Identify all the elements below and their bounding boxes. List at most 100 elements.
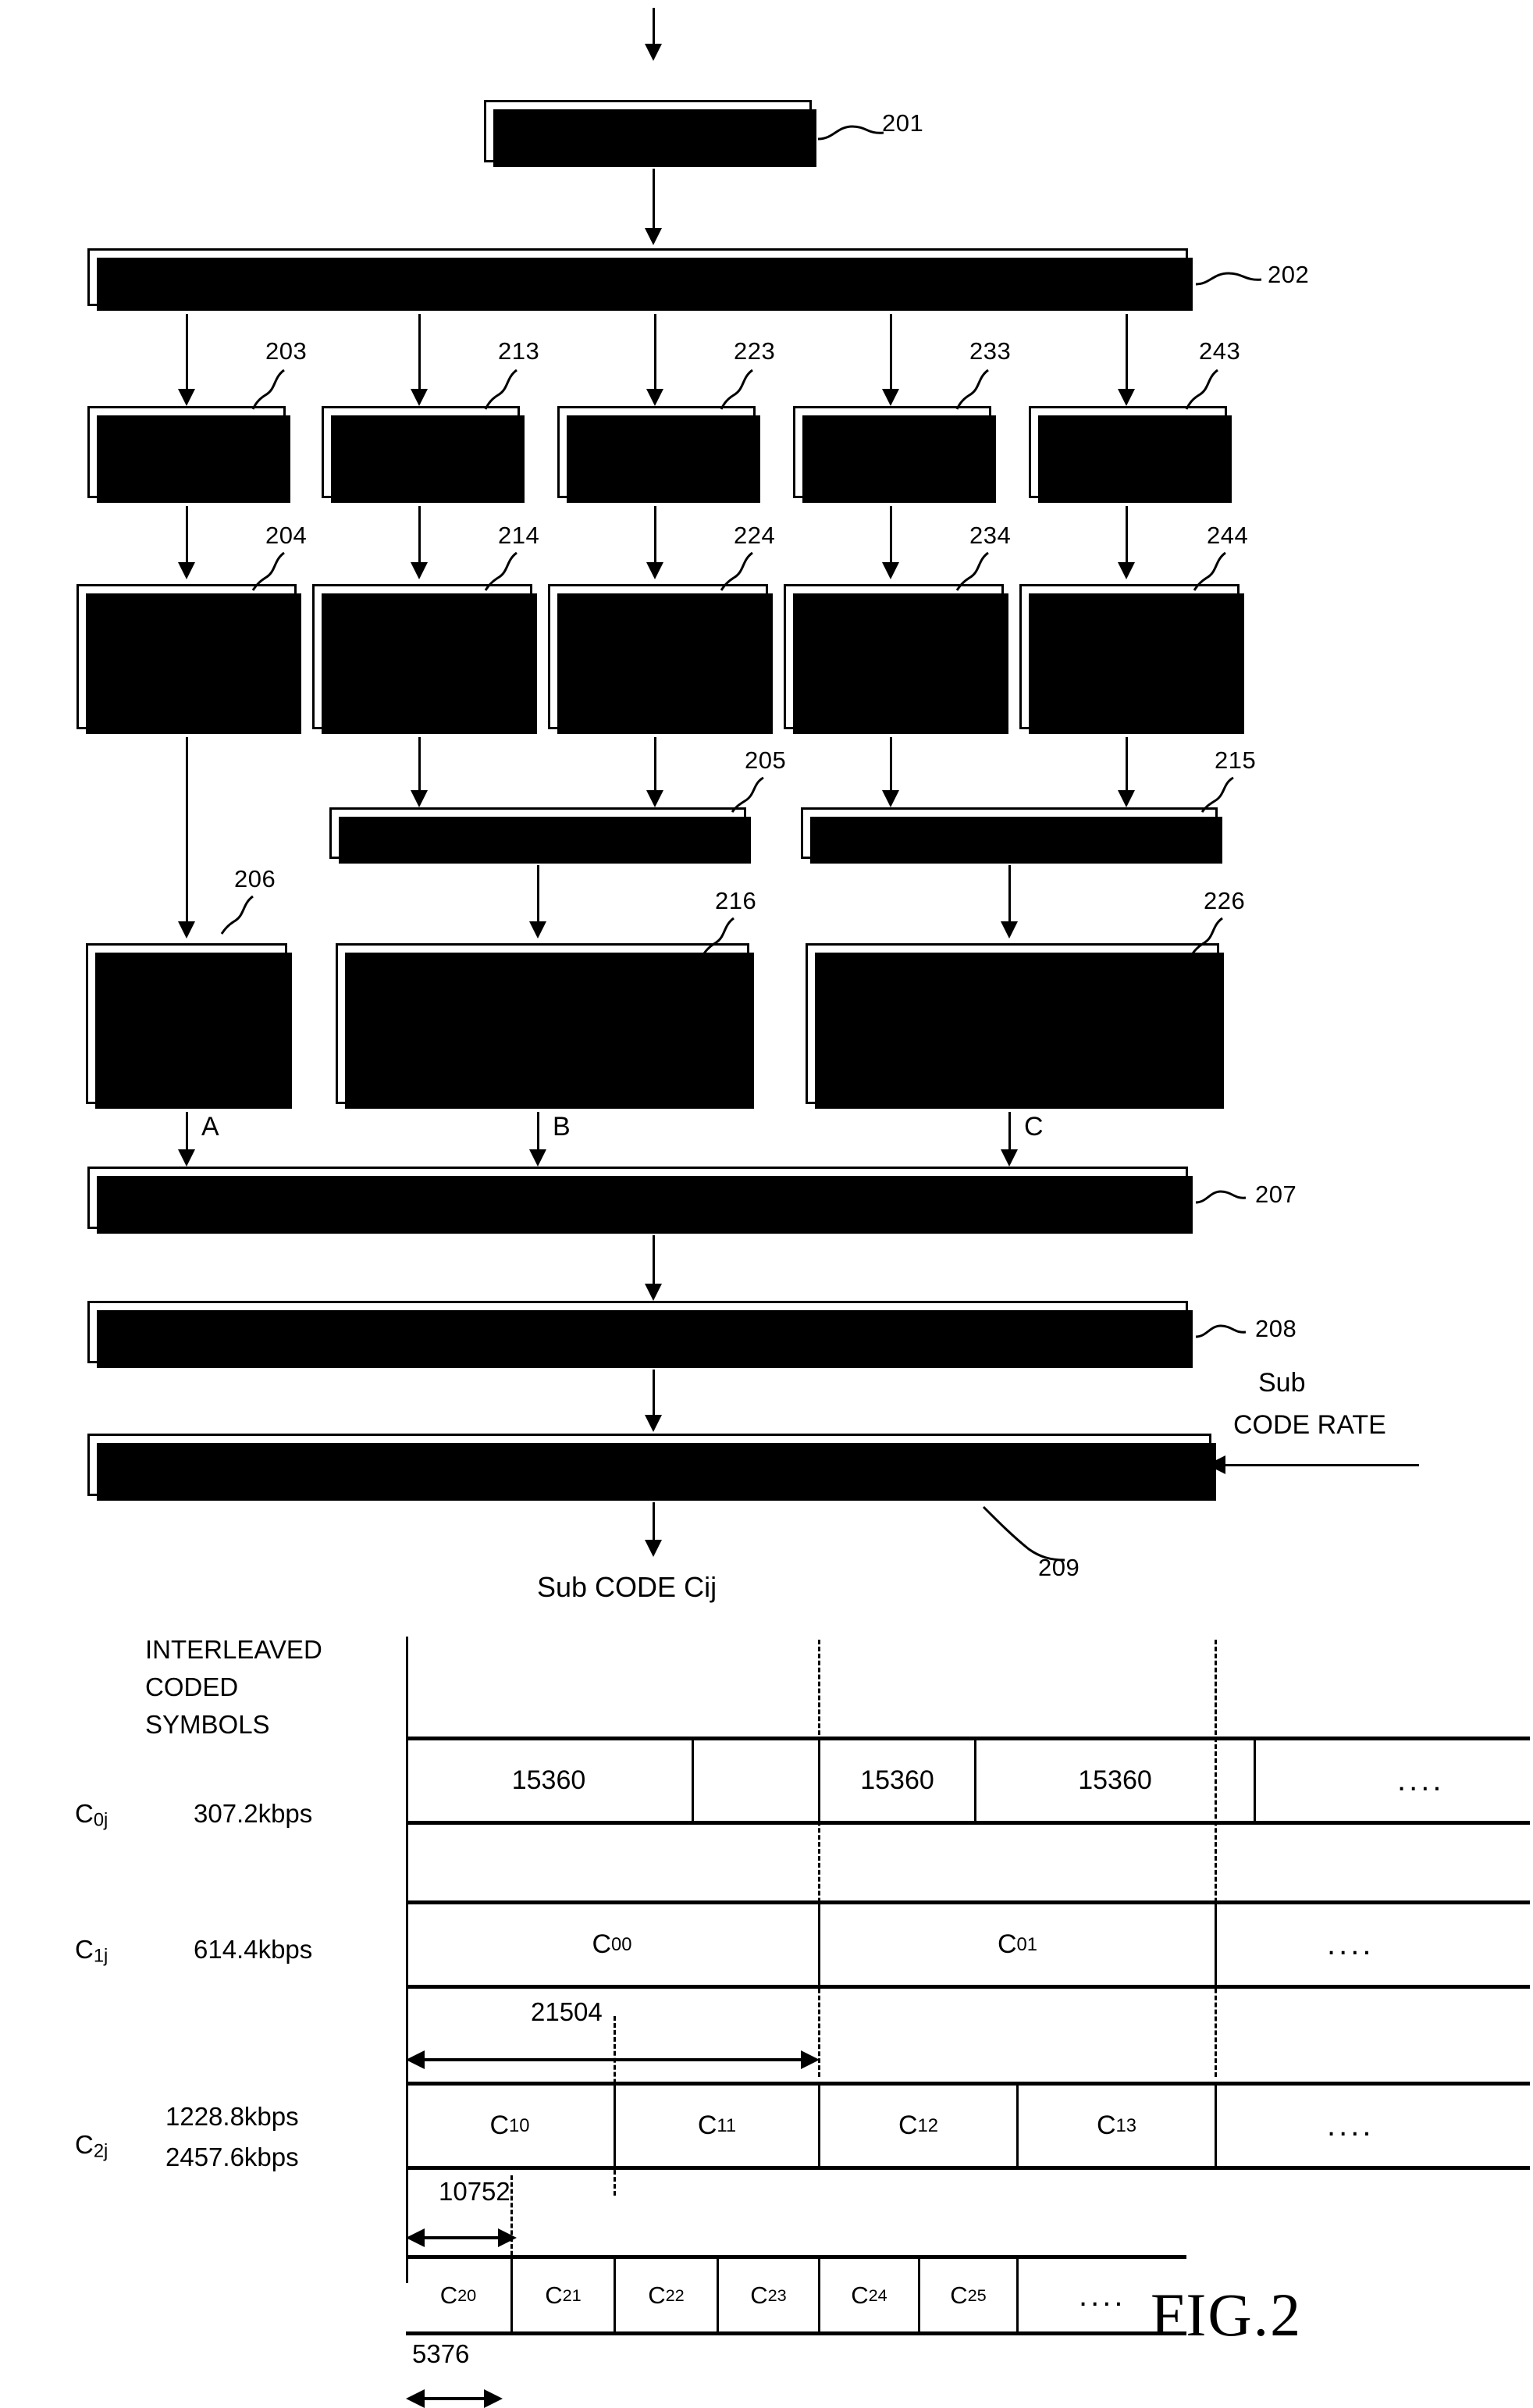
ref-205: 205 xyxy=(745,746,787,774)
sub-code-rate-line2: CODE RATE xyxy=(1233,1410,1386,1440)
block-interleaved-mux-yp-line2: MULTIPLEXED xyxy=(916,1003,1109,1036)
block-interleaver-3-line2: INTERLEAVER xyxy=(567,640,749,671)
il4-to-mux2-arrow xyxy=(882,790,899,807)
puncturer-out-arrow xyxy=(645,1540,662,1557)
block-x-symbols-line1: X xyxy=(177,421,196,452)
block-symbol-repeater-label: SYMBOL REPEATER xyxy=(497,1316,778,1348)
span-10752-line xyxy=(418,2236,504,2239)
signal-b-arrow xyxy=(529,1149,546,1167)
row4-cell-5: C 25 xyxy=(950,2281,987,2309)
sub-code-rate-line xyxy=(1224,1464,1419,1466)
mux2-out-arrow xyxy=(1001,921,1018,939)
row3-cell-2: C 12 xyxy=(898,2111,939,2140)
row4-cell-4: C 24 xyxy=(851,2281,887,2309)
table-header-line1: INTERLEAVED xyxy=(145,1635,322,1664)
row2-ellipsis: .... xyxy=(1327,1927,1375,1961)
row1-bottom-rule xyxy=(406,1821,1530,1825)
block-interleaved-x-symbols[interactable]: INTER- LEAVED X SYMBOLS xyxy=(86,943,292,1109)
table-header-line3: SYMBOLS xyxy=(145,1710,270,1739)
demux-out-arrow-3 xyxy=(646,389,663,406)
block-interleaver-1[interactable]: 1ST INTERLEAVER X xyxy=(76,584,301,734)
block-interleaved-mux-y-line2: MULTIPLEXED xyxy=(446,1006,639,1038)
block-interleaved-mux-y[interactable]: INTERLEAVED/ MULTIPLEXED (Y0 ,Y1 )SYMBOL… xyxy=(336,943,754,1109)
ref-leader-205 xyxy=(731,776,764,813)
y1-to-il3-arrow xyxy=(646,562,663,579)
ref-leader-243 xyxy=(1185,369,1218,410)
row3-div-4 xyxy=(1215,2086,1217,2166)
ref-201: 201 xyxy=(882,109,924,137)
span-label-21504: 21504 xyxy=(531,1997,603,2026)
il1-to-ilx-arrow xyxy=(178,921,195,939)
demux-out-line-1 xyxy=(186,314,188,400)
ref-leader-216 xyxy=(701,917,734,956)
ref-leader-207 xyxy=(1195,1190,1247,1204)
block-interleaved-x-line1: INTER- xyxy=(140,978,233,1009)
ref-243: 243 xyxy=(1199,337,1241,365)
signal-a-label: A xyxy=(201,1112,219,1142)
block-mux-2-label: 2ND MUX xyxy=(945,816,1073,849)
span-label-5376: 5376 xyxy=(412,2339,470,2368)
demux-out-arrow-1 xyxy=(178,389,195,406)
block-interleaver-4-line3: Y0' xyxy=(877,667,910,704)
block-y0-symbols[interactable]: Y0 SYMBOLS xyxy=(322,406,525,503)
encoder-to-demux-line xyxy=(653,169,655,237)
y0-to-il2-arrow xyxy=(411,562,428,579)
block-encoder-label: R=1/5 ENCODER xyxy=(532,115,763,148)
block-symbol-concatenator-label: SYMBOL CONCATENATOR xyxy=(455,1181,820,1214)
signal-c-label: C xyxy=(1024,1112,1044,1142)
ref-leader-204 xyxy=(251,551,285,591)
row2-div-2 xyxy=(1215,1904,1217,1985)
block-interleaved-mux-yp[interactable]: INTERLEAVED/ MULTIPLEXED (Y0',Y1')SYMBOL… xyxy=(806,943,1224,1109)
row4-cell-3: C 23 xyxy=(750,2281,787,2309)
input-arrow xyxy=(645,44,662,61)
block-symbol-concatenator[interactable]: SYMBOL CONCATENATOR xyxy=(87,1167,1193,1234)
ref-226: 226 xyxy=(1204,887,1246,914)
block-y1-symbols-line2: SYMBOLS xyxy=(590,453,723,484)
block-interleaved-mux-y-line1: INTERLEAVED/ xyxy=(442,974,643,1006)
row1-cell-2: 15360 xyxy=(860,1765,934,1795)
ref-215: 215 xyxy=(1215,746,1257,774)
row1-cell-3: 15360 xyxy=(1078,1765,1152,1795)
il5-to-mux2-arrow xyxy=(1118,790,1135,807)
row3-bottom-rule xyxy=(406,2166,1530,2170)
block-symbol-repeater[interactable]: SYMBOL REPEATER xyxy=(87,1301,1193,1368)
block-mux-2[interactable]: 2ND MUX xyxy=(801,807,1222,864)
figure-label: FIG.2 xyxy=(1151,2281,1303,2349)
row3-cell-3: C 13 xyxy=(1096,2111,1137,2140)
block-mux-1[interactable]: 1ST MUX xyxy=(329,807,751,864)
block-interleaved-mux-y-line3: (Y0 ,Y1 )SYMBOLS xyxy=(424,1037,661,1072)
ref-204: 204 xyxy=(265,522,308,549)
sub-code-rate-line1: Sub xyxy=(1258,1368,1306,1398)
block-interleaver-5[interactable]: 5TH INTERLEAVER Y1' xyxy=(1019,584,1244,734)
concat-to-repeater-arrow xyxy=(645,1284,662,1301)
row-rate-c2j-line2: 2457.6kbps xyxy=(165,2143,299,2171)
block-encoder[interactable]: R=1/5 ENCODER xyxy=(484,100,816,167)
row3-ellipsis: .... xyxy=(1327,2108,1375,2143)
mux1-out-arrow xyxy=(529,921,546,939)
block-interleaver-2[interactable]: 2ND INTERLEAVER Y0 xyxy=(312,584,537,734)
ref-leader-203 xyxy=(251,369,285,410)
block-interleaver-4[interactable]: 4TH INTERLEAVER Y0' xyxy=(784,584,1008,734)
block-interleaver-3[interactable]: 3RD INTERLEAVER Y1 xyxy=(548,584,773,734)
ref-202: 202 xyxy=(1268,261,1310,288)
ref-leader-208 xyxy=(1195,1324,1247,1338)
block-y1p-symbols[interactable]: Y1' SYMBOLS xyxy=(1029,406,1232,503)
span-label-10752: 10752 xyxy=(439,2177,510,2206)
ref-203: 203 xyxy=(265,337,308,365)
demux-out-line-4 xyxy=(890,314,892,400)
block-interleaved-mux-yp-line3: (Y0',Y1')SYMBOLS xyxy=(897,1035,1128,1074)
block-y1-symbols[interactable]: Y1 SYMBOLS xyxy=(557,406,760,503)
row2-cell-0: C 00 xyxy=(592,1929,632,1959)
row4-div-6 xyxy=(1016,2259,1019,2331)
block-y0p-symbols-line1: Y0' xyxy=(876,418,909,456)
block-y0-symbols-line2: SYMBOLS xyxy=(354,453,487,484)
output-label: Sub CODE Cij xyxy=(537,1571,717,1603)
block-y1p-symbols-line1: Y1' xyxy=(1112,418,1144,456)
row-rate-c0j: 307.2kbps xyxy=(194,1799,313,1828)
block-y0p-symbols[interactable]: Y0' SYMBOLS xyxy=(793,406,996,503)
ref-244: 244 xyxy=(1207,522,1249,549)
block-symbol-puncturer[interactable]: SYMBOL PUNCTURER xyxy=(87,1434,1216,1501)
demux-out-line-5 xyxy=(1126,314,1128,400)
block-x-symbols[interactable]: X SYMBOLS xyxy=(87,406,290,503)
block-demux[interactable]: DEMUX xyxy=(87,248,1193,311)
